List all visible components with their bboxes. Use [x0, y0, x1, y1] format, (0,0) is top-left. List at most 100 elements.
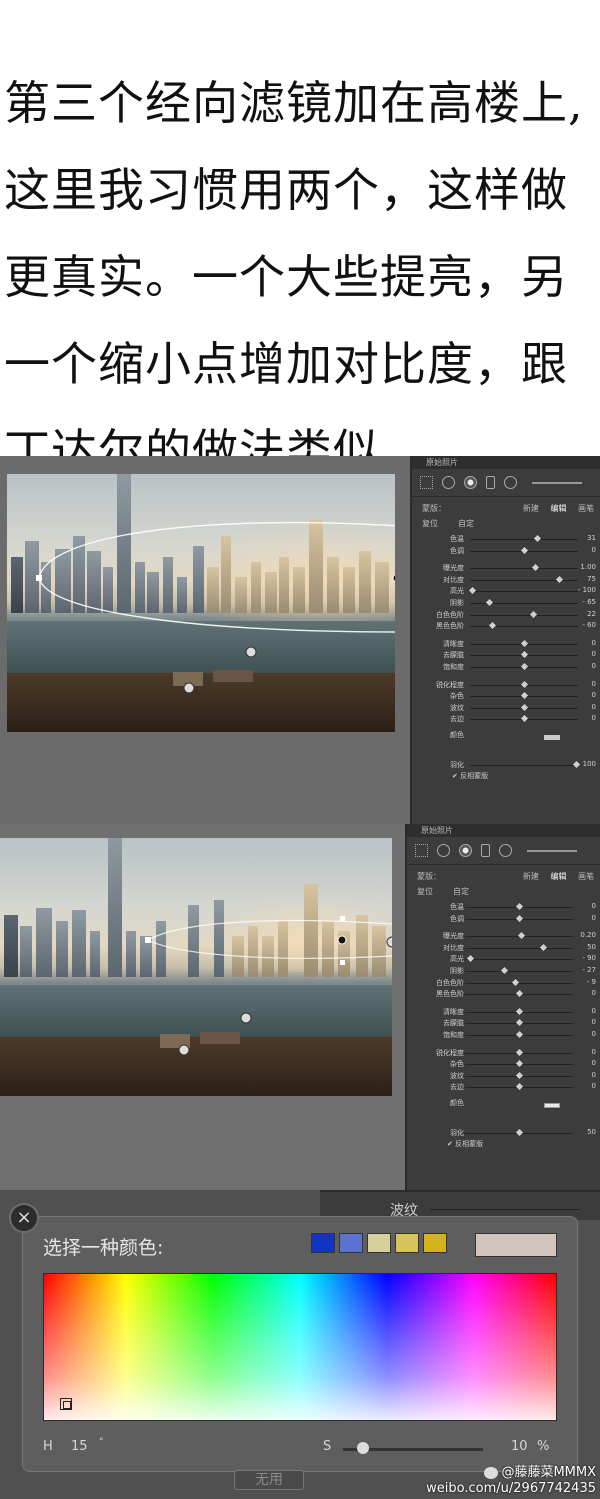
slider-knob[interactable]	[518, 932, 526, 940]
slider-knob[interactable]	[515, 1019, 524, 1027]
brush-slider[interactable]	[532, 481, 582, 484]
dialog-button[interactable]: 无用	[234, 1470, 304, 1490]
slider-label: 高光	[450, 587, 464, 596]
slider-row: 黑色色阶 - 60	[412, 620, 600, 632]
feather-value: 100	[582, 759, 596, 768]
slider-track[interactable]	[470, 626, 578, 628]
preset-select[interactable]: 自定	[458, 518, 474, 529]
color-marker[interactable]	[60, 1398, 72, 1410]
slider-knob[interactable]	[511, 978, 519, 986]
mask-brush-button[interactable]: 画笔	[578, 504, 594, 513]
slider-knob[interactable]	[515, 1060, 524, 1068]
slider-row: 饱和度 0	[412, 661, 600, 673]
slider-knob[interactable]	[533, 534, 541, 543]
slider-knob[interactable]	[515, 1030, 524, 1038]
tool-strip	[407, 837, 600, 865]
feather-label: 羽化	[450, 1128, 464, 1137]
slider-knob[interactable]	[520, 680, 529, 688]
radial-filter-icon[interactable]	[499, 844, 512, 857]
radial-filter-overlay[interactable]	[7, 474, 395, 732]
slider-track[interactable]	[465, 959, 573, 961]
slider-track[interactable]	[465, 970, 573, 972]
slider-track[interactable]	[470, 614, 578, 616]
slider-knob[interactable]	[515, 1071, 524, 1079]
slider-label: 锐化程度	[436, 680, 464, 689]
radial-filter-overlay[interactable]	[0, 838, 392, 1096]
slider-knob[interactable]	[515, 1083, 524, 1091]
slider-knob[interactable]	[520, 546, 529, 554]
slider-knob[interactable]	[515, 914, 524, 922]
reset-button[interactable]: 复位	[422, 518, 438, 529]
slider-track[interactable]	[470, 591, 578, 593]
slider-row: 波纹 0	[407, 1070, 600, 1082]
watermark-url: weibo.com/u/2967742435	[426, 1481, 596, 1496]
slider-knob[interactable]	[555, 575, 563, 583]
invert-mask-checkbox[interactable]: ✔ 反相蒙版	[407, 1139, 600, 1149]
graduated-filter-icon[interactable]	[486, 476, 495, 489]
slider-knob[interactable]	[515, 1007, 524, 1015]
red-eye-icon[interactable]	[459, 844, 472, 857]
invert-mask-checkbox[interactable]: ✔ 反相蒙版	[412, 771, 600, 781]
preset-select[interactable]: 自定	[453, 886, 469, 897]
slider-knob[interactable]	[531, 564, 539, 572]
slider-knob[interactable]	[500, 966, 508, 975]
slider-knob[interactable]	[469, 587, 477, 595]
saturation-knob[interactable]	[357, 1442, 369, 1454]
mask-brush-button[interactable]: 画笔	[578, 872, 594, 881]
behind-slider[interactable]	[430, 1209, 580, 1210]
slider-row: 清晰度 0	[407, 1006, 600, 1018]
slider-knob[interactable]	[539, 943, 547, 951]
color-spectrum[interactable]	[43, 1273, 557, 1421]
slider-knob[interactable]	[529, 610, 537, 618]
crop-tool-icon[interactable]	[415, 844, 428, 857]
slider-knob[interactable]	[515, 902, 524, 911]
swatch-2[interactable]	[339, 1233, 363, 1253]
mask-edit-button[interactable]: 编辑	[550, 872, 566, 881]
close-icon[interactable]: ×	[9, 1203, 39, 1233]
slider-knob[interactable]	[520, 639, 529, 647]
slider-knob[interactable]	[520, 651, 529, 659]
spot-removal-icon[interactable]	[442, 476, 455, 489]
slider-knob[interactable]	[486, 598, 494, 607]
spot-removal-icon[interactable]	[437, 844, 450, 857]
slider-label: 色调	[450, 914, 464, 923]
slider-knob[interactable]	[488, 622, 496, 630]
feather-slider[interactable]	[470, 764, 578, 766]
slider-track[interactable]	[465, 982, 573, 984]
radial-filter-icon[interactable]	[504, 476, 517, 489]
slider-track[interactable]	[465, 947, 573, 949]
crop-tool-icon[interactable]	[420, 476, 433, 489]
swatch-4[interactable]	[395, 1233, 419, 1253]
swatch-3[interactable]	[367, 1233, 391, 1253]
slider-label: 白色色阶	[436, 610, 464, 619]
slider-track[interactable]	[470, 539, 578, 540]
graduated-filter-icon[interactable]	[481, 844, 490, 857]
color-swatch[interactable]	[544, 734, 560, 740]
reset-button[interactable]: 复位	[417, 886, 433, 897]
picker-title: 选择一种颜色:	[43, 1237, 164, 1259]
slider-knob[interactable]	[467, 955, 475, 963]
swatch-1[interactable]	[311, 1233, 335, 1253]
slider-knob[interactable]	[520, 703, 529, 711]
slider-knob[interactable]	[515, 1048, 524, 1056]
feather-knob[interactable]	[515, 1128, 524, 1136]
slider-knob[interactable]	[520, 692, 529, 700]
slider-knob[interactable]	[515, 990, 524, 998]
mask-new-button[interactable]: 新建	[523, 504, 539, 513]
red-eye-icon[interactable]	[464, 476, 477, 489]
mask-edit-button[interactable]: 编辑	[550, 504, 566, 513]
slider-knob[interactable]	[520, 662, 529, 670]
slider-knob[interactable]	[520, 715, 529, 723]
hue-value[interactable]: 15	[71, 1439, 88, 1454]
color-swatch[interactable]	[544, 1102, 560, 1108]
swatch-5[interactable]	[423, 1233, 447, 1253]
slider-track[interactable]	[470, 568, 578, 570]
slider-row: 去边 0	[412, 713, 600, 725]
saturation-value[interactable]: 10	[511, 1439, 528, 1454]
hue-label: H	[43, 1439, 53, 1454]
mask-new-button[interactable]: 新建	[523, 872, 539, 881]
brush-slider[interactable]	[527, 849, 577, 852]
feather-knob[interactable]	[572, 760, 581, 768]
slider-row: 黑色色阶 0	[407, 988, 600, 1000]
slider-row: 高光 - 90	[407, 953, 600, 965]
